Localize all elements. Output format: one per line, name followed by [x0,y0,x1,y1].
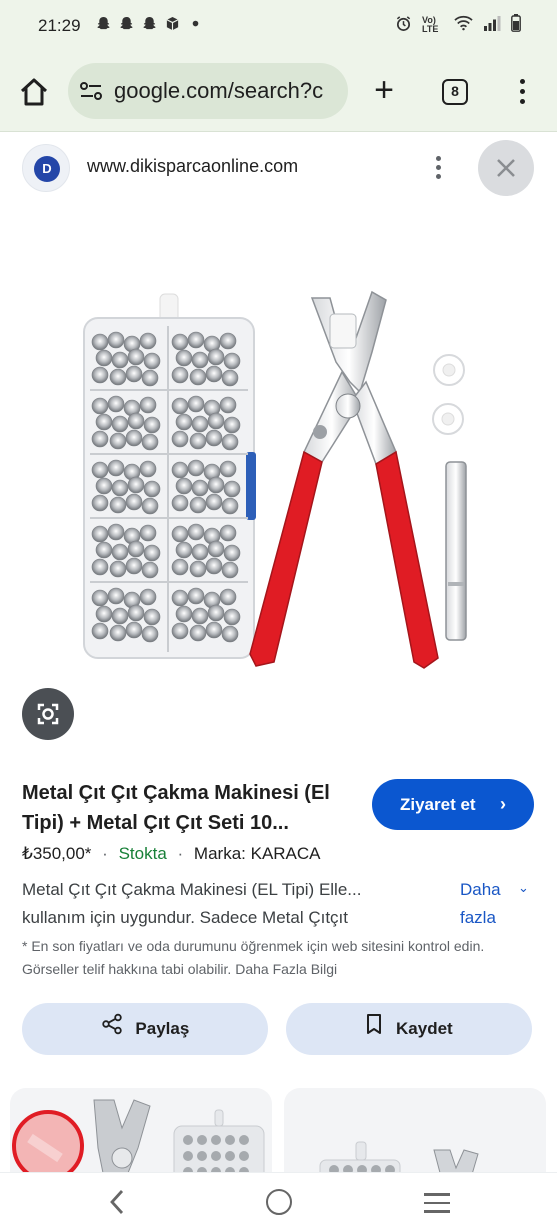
browser-toolbar: google.com/search?c + 8 [0,52,557,132]
browser-menu-icon[interactable] [510,74,534,110]
alarm-icon [395,15,412,35]
share-icon [101,1004,123,1056]
site-favicon[interactable]: D [22,144,70,192]
system-nav-bar [0,1172,557,1232]
snapchat-icon [96,16,111,31]
tab-switcher-button[interactable]: 8 [442,79,468,105]
recent-apps-icon[interactable] [424,1193,450,1213]
wifi-icon [454,15,473,34]
disclaimer-note: * En son fiyatları ve oda durumunu öğren… [22,938,485,977]
snapchat-icon [142,16,157,31]
system-icons: Vo) LTE [395,14,521,35]
visit-button[interactable]: Ziyaret et › [372,779,534,830]
home-nav-icon[interactable] [266,1189,292,1215]
price: ₺350,00* [22,844,92,863]
share-label: Paylaş [135,1019,190,1038]
stock-status: Stokta [118,844,167,863]
brand: Marka: KARACA [193,844,321,863]
product-description: Metal Çıt Çıt Çakma Makinesi (EL Tipi) E… [22,880,362,927]
chevron-down-icon[interactable]: ⌄ [518,880,529,896]
more-options-icon[interactable] [428,152,448,184]
signal-icon [483,15,501,34]
save-label: Kaydet [396,1019,453,1038]
status-bar: 21:29 Vo) LTE [0,0,557,52]
box-icon [165,16,180,31]
site-settings-icon[interactable] [80,81,102,101]
back-icon[interactable] [106,1187,130,1217]
address-bar[interactable]: google.com/search?c [68,63,348,119]
product-title[interactable]: Metal Çıt Çıt Çakma Makinesi (El Tipi) +… [22,778,362,838]
url-text[interactable]: google.com/search?c [114,78,340,104]
notification-icons [96,16,203,31]
share-button[interactable]: Paylaş [22,1003,268,1055]
site-domain[interactable]: www.dikisparcaonline.com [87,156,298,177]
snapchat-icon [119,16,134,31]
status-time: 21:29 [38,16,81,35]
chevron-right-icon: › [500,794,506,814]
google-lens-button[interactable] [22,688,74,740]
volte-icon: Vo) LTE [422,14,439,34]
close-button[interactable] [478,140,534,196]
product-image[interactable] [60,282,500,682]
visit-label: Ziyaret et [400,795,476,814]
more-link[interactable]: Daha fazla [460,876,520,932]
dot-icon [188,16,203,31]
new-tab-button[interactable]: + [368,73,400,110]
save-button[interactable]: Kaydet [286,1003,532,1055]
bookmark-icon [365,1004,383,1056]
price-row: ₺350,00* · Stokta · Marka: KARACA [22,844,321,863]
battery-icon [511,14,521,35]
home-icon[interactable] [16,74,52,110]
